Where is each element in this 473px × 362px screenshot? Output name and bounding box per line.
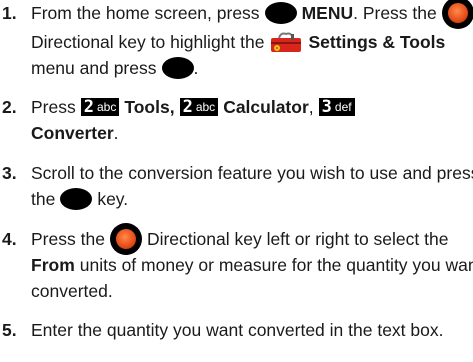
ok-key-icon — [60, 188, 93, 210]
ok-key-icon — [264, 2, 297, 24]
step-number: 5. — [2, 320, 17, 340]
step-text: Enter the quantity you want converted in… — [31, 320, 444, 340]
step-text: Scroll to the conversion feature you wis… — [31, 163, 473, 183]
step-5-line-1: 5. Enter the quantity you want converted… — [0, 319, 443, 341]
step-3-line-2: the key. — [0, 188, 128, 210]
directional-key-icon — [441, 0, 473, 29]
step-text: Press the — [31, 229, 105, 249]
converter-label: Converter — [31, 123, 114, 143]
menu-label: MENU — [301, 3, 354, 23]
step-text: Press — [31, 97, 76, 117]
directional-key-icon — [109, 223, 142, 255]
step-text: . — [193, 58, 199, 78]
step-4-line-2: From units of money or measure for the q… — [0, 254, 473, 276]
step-2-line-1: 2. Press 2 abc Tools, 2 abc Calculator , 3… — [0, 96, 355, 118]
step-text: converted. — [31, 281, 113, 301]
step-1-line-3: menu and press . — [0, 57, 198, 79]
from-label: From — [31, 255, 75, 275]
step-text: Directional key to highlight the — [31, 32, 265, 52]
step-number: 4. — [2, 229, 17, 249]
settings-tools-toolbox-icon — [271, 32, 302, 52]
tools-label: Tools, — [124, 97, 175, 117]
settings-tools-label: Settings & Tools — [308, 32, 446, 52]
step-text: the — [31, 189, 56, 209]
step-number: 2. — [2, 97, 17, 117]
step-4-line-3: converted. — [0, 280, 113, 302]
step-text: From the home screen, press — [31, 3, 260, 23]
ok-key-icon — [161, 57, 194, 79]
step-number: 3. — [2, 163, 17, 183]
step-1-line-2: Directional key to highlight the Setting… — [0, 31, 445, 53]
key-2-abc-icon: 2 abc — [179, 98, 219, 116]
step-text: menu and press — [31, 58, 157, 78]
key-3-def-icon: 3 def — [318, 98, 355, 116]
step-3-line-1: 3. Scroll to the conversion feature you … — [0, 162, 473, 184]
step-text: key. — [97, 189, 129, 209]
instruction-page: 1. From the home screen, press MENU . Pr… — [0, 0, 473, 362]
step-4-line-1: 4. Press the Directional key left or rig… — [0, 223, 449, 255]
step-2-line-2: Converter . — [0, 122, 119, 144]
step-1-line-1: 1. From the home screen, press MENU . Pr… — [0, 0, 473, 29]
calculator-label: Calculator — [223, 97, 309, 117]
step-text: units of money or measure for the quanti… — [79, 255, 473, 275]
step-text: Directional key left or right to select … — [146, 229, 449, 249]
step-text: , — [308, 97, 314, 117]
step-number: 1. — [2, 3, 17, 23]
step-text: . Press the — [353, 3, 437, 23]
key-2-abc-icon: 2 abc — [80, 98, 120, 116]
step-text: . — [113, 123, 119, 143]
